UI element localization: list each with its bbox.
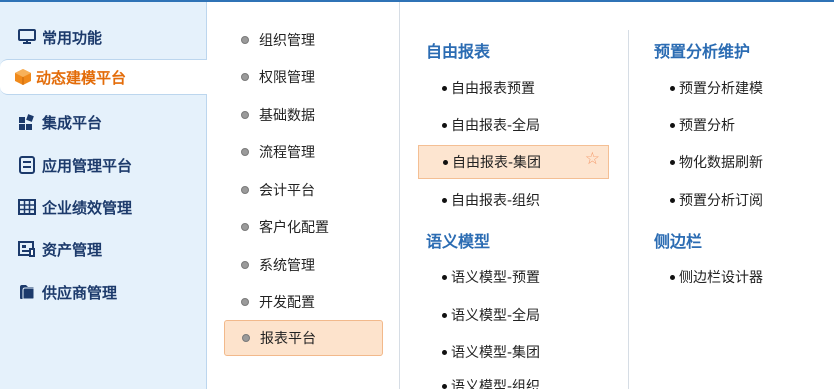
sidebar-item-label: 动态建模平台	[36, 68, 127, 87]
bullet-icon	[443, 159, 448, 165]
link-preset-analysis[interactable]: 预置分析	[646, 111, 826, 139]
link-sidebar-designer[interactable]: 侧边栏设计器	[646, 263, 826, 291]
link-materialized-refresh[interactable]: 物化数据刷新	[646, 148, 826, 176]
sidebar-item-integration[interactable]: 集成平台	[0, 104, 207, 140]
link-label: 自由报表预置	[451, 81, 535, 97]
bullet-icon	[442, 349, 447, 355]
submenu-item-label: 会计平台	[259, 183, 315, 199]
submenu-item-label: 客户化配置	[259, 220, 329, 236]
sidebar-item-dynamic-modeling[interactable]: 动态建模平台	[0, 59, 208, 95]
sidebar-item-label: 应用管理平台	[42, 156, 133, 175]
submenu-item-label: 系统管理	[259, 258, 315, 274]
link-label: 语义模型-组织	[451, 379, 541, 389]
bullet-dot-icon	[241, 111, 249, 119]
submenu-item-workflow[interactable]: 流程管理	[224, 134, 383, 170]
section-title-preset-analysis: 预置分析维护	[654, 42, 751, 61]
bullet-dot-icon	[241, 261, 249, 269]
link-semantic-model-preset[interactable]: 语义模型-预置	[418, 263, 608, 291]
section-title-sidebar: 侧边栏	[654, 232, 703, 251]
submenu-item-dev-config[interactable]: 开发配置	[224, 284, 383, 320]
sidebar-item-assets[interactable]: 资产管理	[0, 231, 207, 267]
submenu-item-system-management[interactable]: 系统管理	[224, 247, 383, 283]
submenu-item-label: 报表平台	[260, 331, 316, 347]
bullet-dot-icon	[241, 73, 249, 81]
sidebar-item-app-management[interactable]: 应用管理平台	[0, 147, 207, 183]
table-icon	[18, 198, 36, 216]
monitor-icon	[18, 28, 36, 46]
bullet-icon	[670, 274, 675, 280]
submenu-item-customization[interactable]: 客户化配置	[224, 209, 383, 245]
sidebar-item-label: 常用功能	[42, 28, 103, 47]
bullet-icon	[442, 312, 447, 318]
document-list-icon	[18, 156, 36, 174]
link-preset-analysis-subscribe[interactable]: 预置分析订阅	[646, 186, 826, 214]
sidebar-item-label: 供应商管理	[42, 283, 118, 302]
cube-icon	[14, 68, 32, 86]
bullet-dot-icon	[242, 334, 250, 342]
link-free-report-preset[interactable]: 自由报表预置	[418, 74, 608, 102]
link-semantic-model-group[interactable]: 语义模型-集团	[418, 338, 608, 366]
bullet-icon	[442, 122, 447, 128]
submenu-item-label: 组织管理	[259, 33, 315, 49]
link-label: 物化数据刷新	[679, 155, 763, 171]
link-label: 自由报表-组织	[451, 193, 541, 209]
submenu-item-label: 基础数据	[259, 108, 315, 124]
asset-icon	[18, 240, 36, 258]
sidebar-item-label: 集成平台	[42, 113, 103, 132]
submenu-item-permissions[interactable]: 权限管理	[224, 59, 383, 95]
submenu-item-label: 权限管理	[259, 70, 315, 86]
star-favorite-icon[interactable]: ☆	[585, 150, 600, 168]
link-label: 自由报表-全局	[451, 118, 541, 134]
submenu-column: 组织管理 权限管理 基础数据 流程管理 会计平台 客户化配置 系统管理 开发配置…	[207, 2, 400, 389]
section-title-semantic-model: 语义模型	[426, 232, 491, 251]
sidebar-item-label: 资产管理	[42, 240, 103, 259]
bullet-icon	[442, 197, 447, 203]
link-preset-analysis-modeling[interactable]: 预置分析建模	[646, 74, 826, 102]
link-semantic-model-org[interactable]: 语义模型-组织	[418, 372, 608, 389]
sidebar-item-common-functions[interactable]: 常用功能	[0, 19, 207, 55]
column-divider	[628, 30, 629, 389]
sidebar-item-label: 企业绩效管理	[42, 198, 133, 217]
sidebar: 常用功能 动态建模平台 集成平台 应用管理平台 企业绩效管理 资产管理 供应商管…	[0, 2, 208, 389]
bullet-icon	[670, 122, 675, 128]
link-label: 语义模型-全局	[451, 308, 541, 324]
link-label: 自由报表-集团	[452, 155, 542, 171]
bullet-dot-icon	[241, 148, 249, 156]
folder-icon	[18, 283, 36, 301]
submenu-item-report-platform[interactable]: 报表平台	[224, 320, 383, 356]
submenu-item-basic-data[interactable]: 基础数据	[224, 97, 383, 133]
link-label: 预置分析	[679, 118, 735, 134]
apps-grid-icon	[18, 113, 36, 131]
bullet-icon	[442, 274, 447, 280]
link-free-report-global[interactable]: 自由报表-全局	[418, 111, 608, 139]
link-label: 预置分析订阅	[679, 193, 763, 209]
bullet-dot-icon	[241, 223, 249, 231]
bullet-icon	[670, 197, 675, 203]
link-label: 预置分析建模	[679, 81, 763, 97]
submenu-item-org-management[interactable]: 组织管理	[224, 22, 383, 58]
link-label: 语义模型-预置	[451, 270, 541, 286]
bullet-icon	[670, 159, 675, 165]
bullet-dot-icon	[241, 298, 249, 306]
submenu-item-label: 流程管理	[259, 145, 315, 161]
submenu-item-accounting[interactable]: 会计平台	[224, 172, 383, 208]
submenu-item-label: 开发配置	[259, 295, 315, 311]
section-title-free-report: 自由报表	[426, 42, 491, 61]
sidebar-item-performance[interactable]: 企业绩效管理	[0, 189, 207, 225]
bullet-dot-icon	[241, 186, 249, 194]
bullet-dot-icon	[241, 36, 249, 44]
bullet-icon	[670, 85, 675, 91]
link-label: 语义模型-集团	[451, 345, 541, 361]
link-label: 侧边栏设计器	[679, 270, 763, 286]
link-free-report-group[interactable]: 自由报表-集团 ☆	[418, 145, 609, 179]
link-free-report-org[interactable]: 自由报表-组织	[418, 186, 608, 214]
bullet-icon	[442, 85, 447, 91]
sidebar-item-suppliers[interactable]: 供应商管理	[0, 274, 207, 310]
link-semantic-model-global[interactable]: 语义模型-全局	[418, 301, 608, 329]
bullet-icon	[442, 383, 447, 389]
